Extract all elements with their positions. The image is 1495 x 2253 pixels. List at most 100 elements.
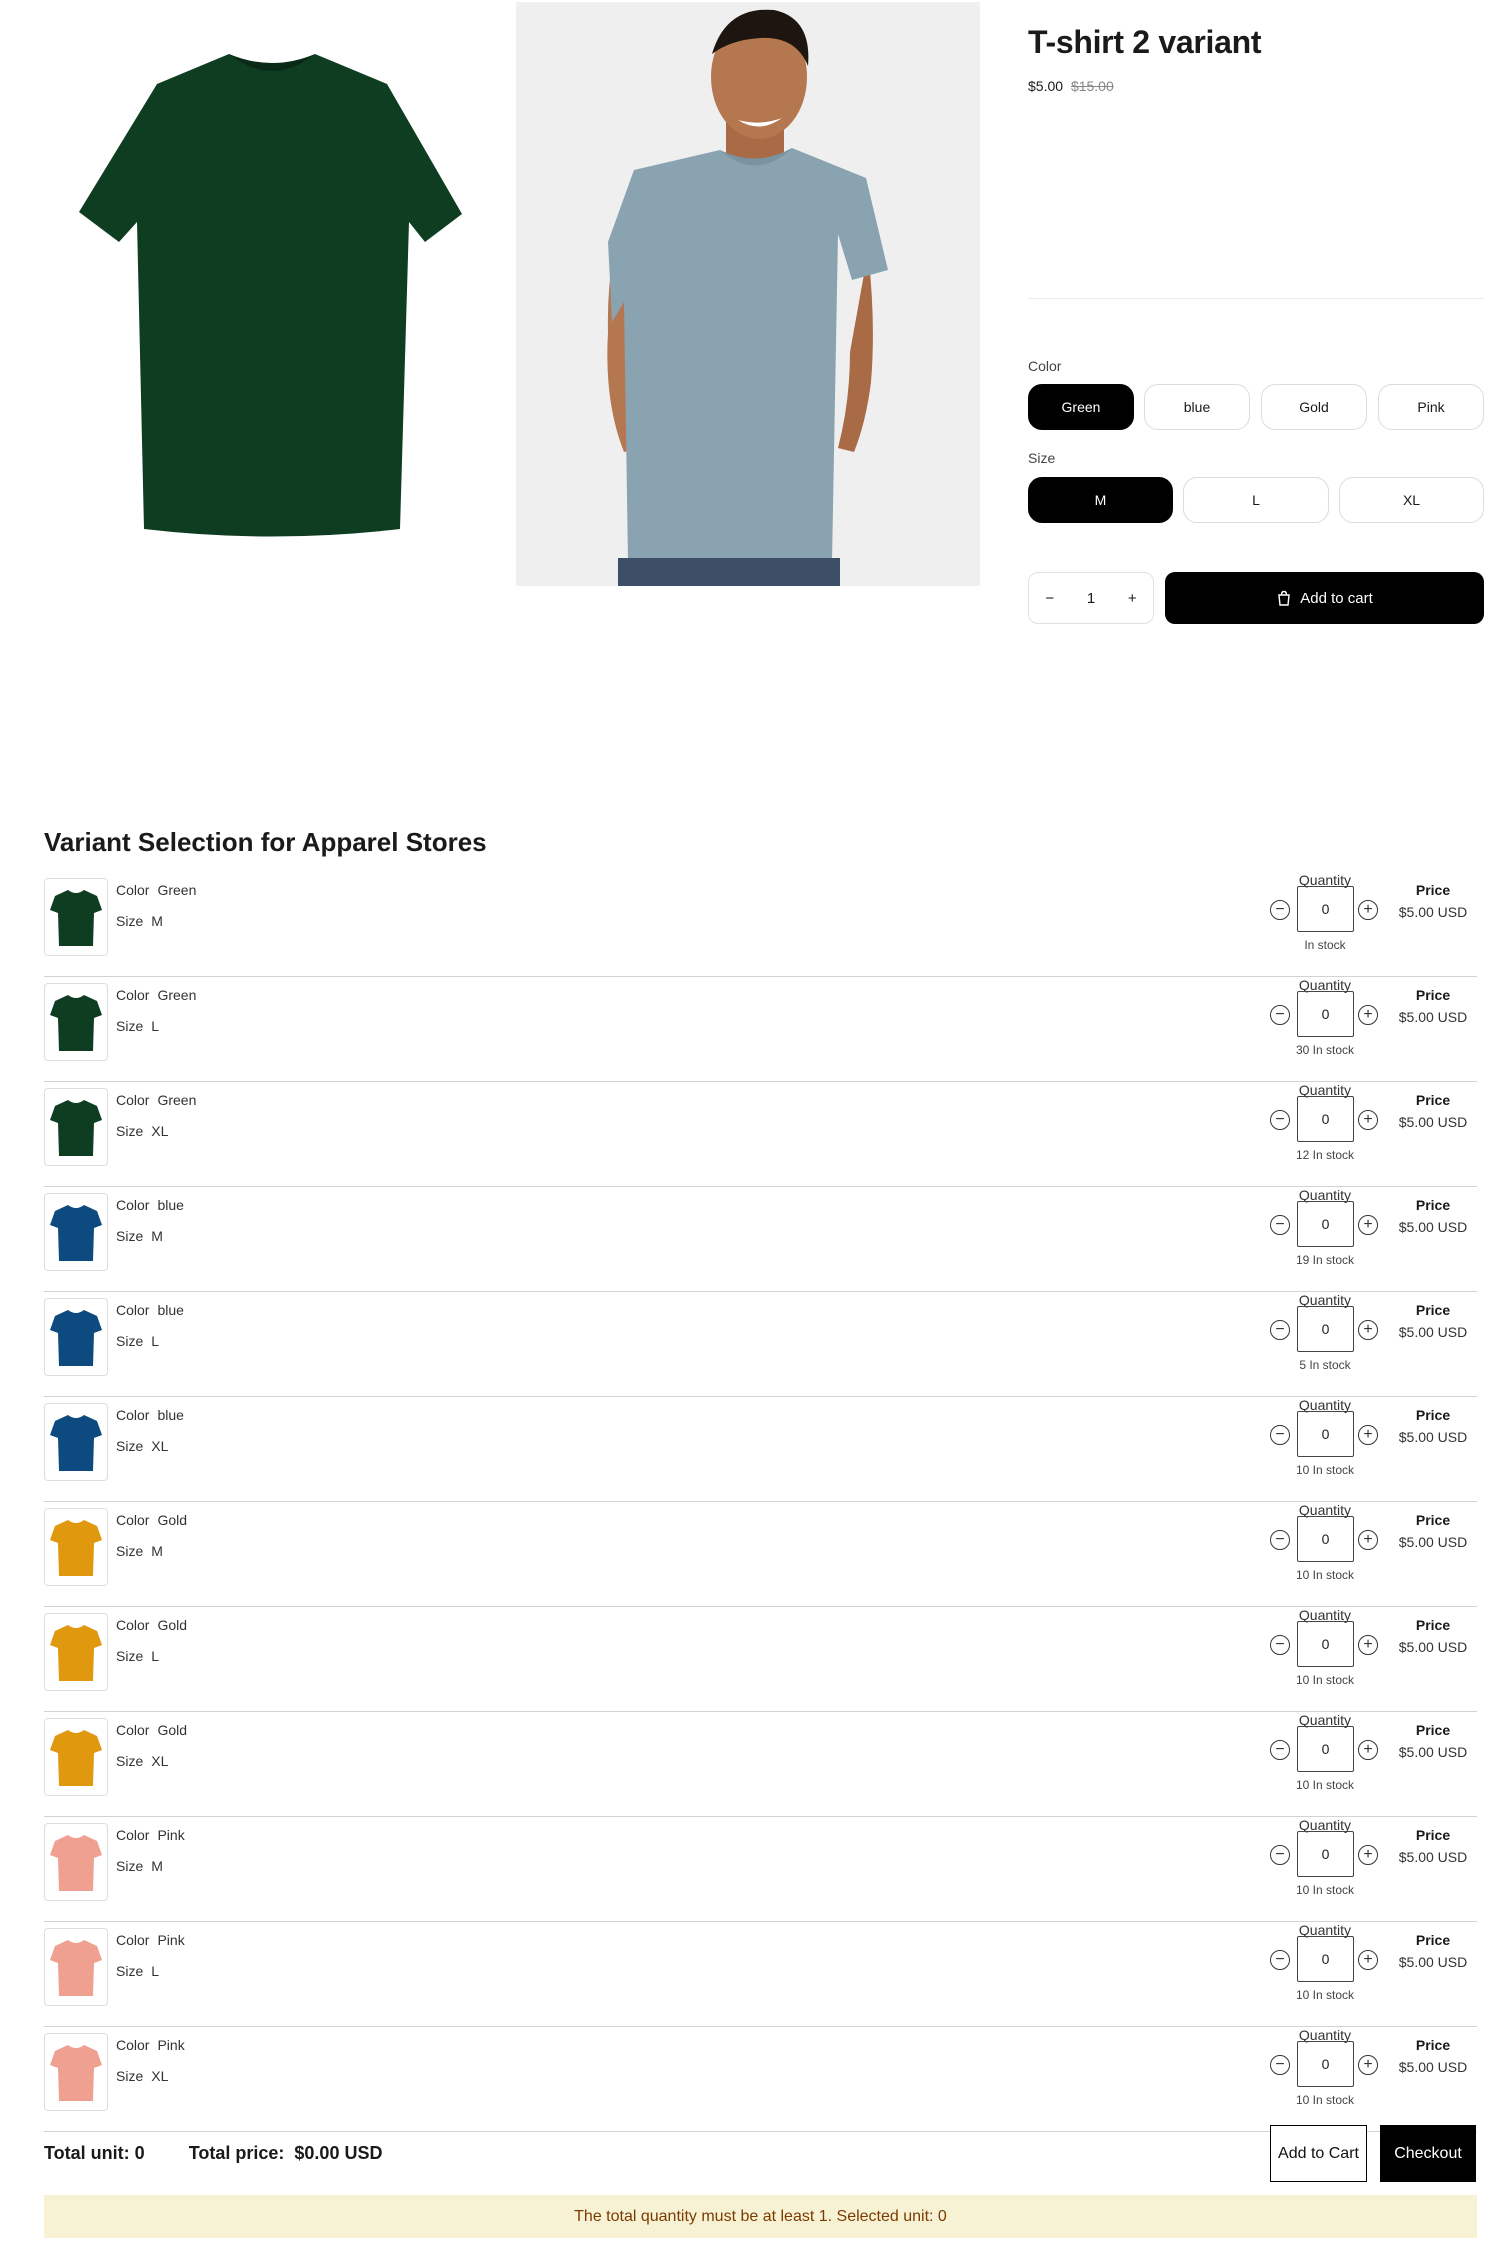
plus-circle-icon[interactable]: +: [1358, 1845, 1378, 1865]
stock-status: 10 In stock: [1295, 1673, 1355, 1687]
variant-color-key: Color: [116, 882, 150, 898]
variant-color-value: blue: [157, 1302, 184, 1318]
plus-circle-icon[interactable]: +: [1358, 1425, 1378, 1445]
variant-row: Color Green Size XL Quantity − 0 + 12 In s…: [44, 1082, 1477, 1187]
minus-circle-icon[interactable]: −: [1270, 1530, 1290, 1550]
variant-color: Color blue: [116, 1407, 184, 1423]
color-option-blue[interactable]: blue: [1144, 384, 1250, 430]
sale-price: $5.00: [1028, 78, 1064, 94]
variant-color: Color Green: [116, 1092, 196, 1108]
add-to-cart-button[interactable]: Add to cart: [1165, 572, 1484, 624]
color-option-gold[interactable]: Gold: [1261, 384, 1367, 430]
minus-circle-icon[interactable]: −: [1270, 1425, 1290, 1445]
price-row: $5.00 $15.00: [1028, 78, 1114, 94]
variant-price: Price $5.00 USD: [1390, 1092, 1476, 1130]
variant-size: Size M: [116, 1543, 163, 1559]
plus-circle-icon[interactable]: +: [1358, 1215, 1378, 1235]
color-option-label: Color: [1028, 358, 1062, 374]
minus-circle-icon[interactable]: −: [1270, 1635, 1290, 1655]
variant-quantity-input[interactable]: 0: [1297, 1201, 1354, 1247]
price-value: $5.00 USD: [1398, 1009, 1468, 1025]
variant-color-key: Color: [116, 1302, 150, 1318]
variant-quantity-input[interactable]: 0: [1297, 1936, 1354, 1982]
minus-circle-icon[interactable]: −: [1270, 1005, 1290, 1025]
stock-status: 10 In stock: [1295, 1463, 1355, 1477]
quantity-increase-button[interactable]: +: [1128, 590, 1137, 607]
plus-circle-icon[interactable]: +: [1358, 900, 1378, 920]
stock-status: 5 In stock: [1299, 1358, 1351, 1372]
price-label: Price: [1415, 1302, 1451, 1318]
size-option-m[interactable]: M: [1028, 477, 1173, 523]
minus-circle-icon[interactable]: −: [1270, 1740, 1290, 1760]
plus-circle-icon[interactable]: +: [1358, 2055, 1378, 2075]
plus-circle-icon[interactable]: +: [1358, 1950, 1378, 1970]
quantity-decrease-button[interactable]: −: [1045, 590, 1054, 607]
minus-circle-icon[interactable]: −: [1270, 900, 1290, 920]
variant-color-value: Pink: [157, 1827, 185, 1843]
tshirt-icon: [50, 1520, 102, 1576]
variant-quantity-input[interactable]: 0: [1297, 1306, 1354, 1352]
variant-row: Color Gold Size L Quantity − 0 + 10 In sto…: [44, 1607, 1477, 1712]
minus-circle-icon[interactable]: −: [1270, 1320, 1290, 1340]
variant-size-value: XL: [151, 1123, 169, 1139]
variant-thumbnail: [44, 2033, 108, 2111]
minus-circle-icon[interactable]: −: [1270, 1110, 1290, 1130]
minus-circle-icon[interactable]: −: [1270, 1215, 1290, 1235]
variant-size-key: Size: [116, 1333, 144, 1349]
totals: Total unit: 0 Total price: $0.00 USD: [44, 2143, 382, 2164]
product-image-green-tshirt[interactable]: [42, 0, 502, 584]
variant-color-value: Pink: [157, 1932, 185, 1948]
variant-quantity-input[interactable]: 0: [1297, 1411, 1354, 1457]
tshirt-icon: [50, 1625, 102, 1681]
variant-thumbnail: [44, 1193, 108, 1271]
plus-circle-icon[interactable]: +: [1358, 1740, 1378, 1760]
variant-quantity-input[interactable]: 0: [1297, 1096, 1354, 1142]
product-image-model[interactable]: [516, 2, 980, 586]
variant-price: Price $5.00 USD: [1390, 987, 1476, 1025]
plus-circle-icon[interactable]: +: [1358, 1005, 1378, 1025]
plus-circle-icon[interactable]: +: [1358, 1110, 1378, 1130]
total-price-label: Total price:: [188, 2143, 285, 2163]
variant-price: Price $5.00 USD: [1390, 2037, 1476, 2075]
variant-price: Price $5.00 USD: [1390, 1407, 1476, 1445]
size-option-xl[interactable]: XL: [1339, 477, 1484, 523]
plus-circle-icon[interactable]: +: [1358, 1530, 1378, 1550]
variant-quantity-input[interactable]: 0: [1297, 1726, 1354, 1772]
variant-quantity-input[interactable]: 0: [1297, 886, 1354, 932]
plus-circle-icon[interactable]: +: [1358, 1320, 1378, 1340]
variant-color-key: Color: [116, 1617, 150, 1633]
shopping-bag-icon: [1278, 590, 1290, 606]
stock-status: 10 In stock: [1295, 1568, 1355, 1582]
variant-quantity-input[interactable]: 0: [1297, 1516, 1354, 1562]
variant-quantity-input[interactable]: 0: [1297, 2041, 1354, 2087]
color-option-pink[interactable]: Pink: [1378, 384, 1484, 430]
tshirt-icon: [50, 1415, 102, 1471]
variant-size-key: Size: [116, 1123, 144, 1139]
checkout-button[interactable]: Checkout: [1380, 2125, 1476, 2182]
minus-circle-icon[interactable]: −: [1270, 2055, 1290, 2075]
price-label: Price: [1415, 882, 1451, 898]
variant-quantity-input[interactable]: 0: [1297, 991, 1354, 1037]
bulk-add-to-cart-button[interactable]: Add to Cart: [1270, 2125, 1367, 2182]
variant-quantity-input[interactable]: 0: [1297, 1831, 1354, 1877]
plus-circle-icon[interactable]: +: [1358, 1635, 1378, 1655]
variant-size: Size XL: [116, 1123, 168, 1139]
variant-color-value: Gold: [157, 1512, 188, 1528]
size-option-l[interactable]: L: [1183, 477, 1329, 523]
quantity-value[interactable]: 1: [1087, 590, 1095, 607]
minus-circle-icon[interactable]: −: [1270, 1845, 1290, 1865]
variant-size-value: M: [151, 1228, 163, 1244]
price-label: Price: [1415, 1512, 1451, 1528]
total-price-value: $0.00 USD: [294, 2143, 383, 2163]
tshirt-icon: [50, 1205, 102, 1261]
variant-size-key: Size: [116, 1648, 144, 1664]
minus-circle-icon[interactable]: −: [1270, 1950, 1290, 1970]
variant-price: Price $5.00 USD: [1390, 1617, 1476, 1655]
price-value: $5.00 USD: [1398, 1744, 1468, 1760]
color-option-green[interactable]: Green: [1028, 384, 1134, 430]
price-value: $5.00 USD: [1398, 1324, 1468, 1340]
variant-color: Color Green: [116, 882, 196, 898]
variant-color: Color Pink: [116, 1932, 185, 1948]
variant-quantity-input[interactable]: 0: [1297, 1621, 1354, 1667]
variant-size-value: L: [151, 1018, 160, 1034]
